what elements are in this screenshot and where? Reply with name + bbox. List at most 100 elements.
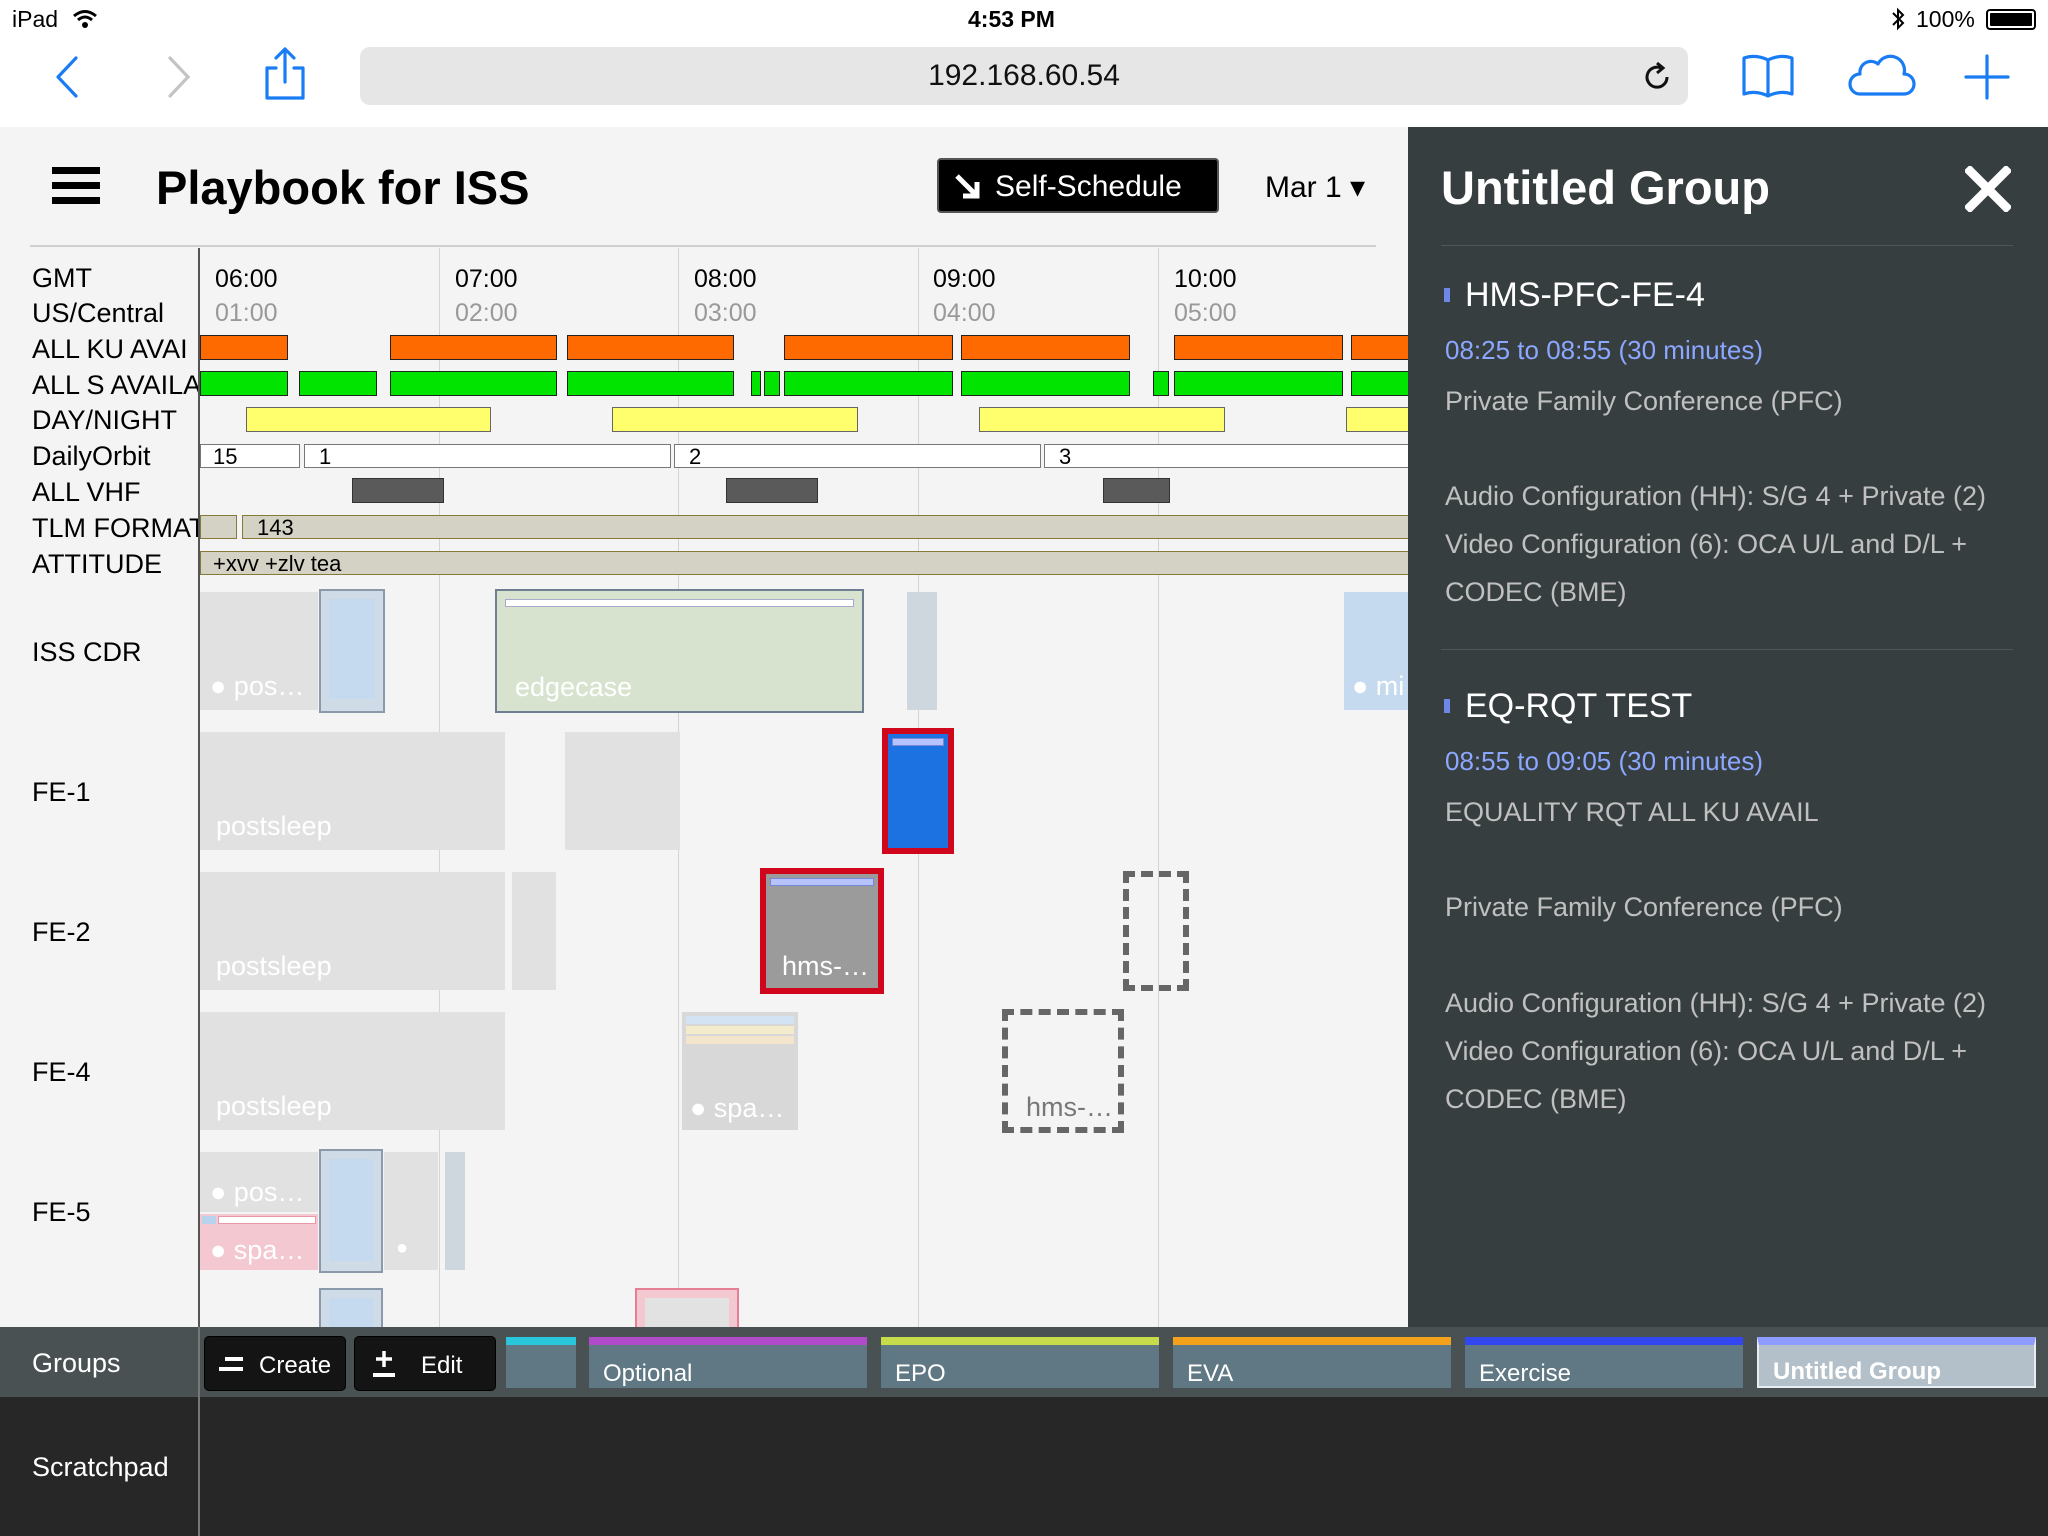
ku-avail-bar[interactable] (1351, 335, 1408, 360)
group-tab-eva[interactable]: EVA (1173, 1337, 1451, 1388)
activity-label: edgecase (515, 672, 633, 702)
tlm-format-bar[interactable]: 143 (242, 515, 1408, 540)
s-avail-bar[interactable] (1174, 371, 1343, 396)
central-tick: 05:00 (1174, 299, 1237, 327)
item-marker (1444, 288, 1450, 302)
activity-label: postsleep (216, 1091, 332, 1121)
ku-avail-bar[interactable] (784, 335, 953, 360)
hamburger-menu-icon[interactable] (52, 167, 100, 205)
daynight-bar[interactable] (979, 407, 1225, 432)
orbit-segment[interactable]: 15 (200, 444, 300, 469)
orbit-segment[interactable]: 3 (1044, 444, 1408, 469)
ghost-activity-outline[interactable] (1123, 871, 1189, 991)
activity-block-postsleep[interactable]: postsleep (200, 732, 505, 850)
share-icon[interactable] (262, 46, 308, 102)
item-detail: Video Configuration (6): OCA U/L and D/L… (1445, 529, 1968, 559)
ghost-activity-outline-hms[interactable]: hms-… (1002, 1009, 1124, 1133)
scratchpad-area[interactable] (0, 1397, 2048, 1536)
timeline-grid[interactable]: 06:00 07:00 08:00 09:00 10:00 01:00 02:0… (198, 248, 1408, 1327)
attitude-bar[interactable]: +xvv +zlv tea (200, 551, 1408, 576)
activity-block[interactable]: ● spa… (200, 1214, 318, 1270)
vhf-bar[interactable] (1103, 478, 1170, 503)
group-tab-optional[interactable]: Optional (589, 1337, 867, 1388)
daynight-bar[interactable] (1346, 407, 1408, 432)
central-tick: 01:00 (215, 299, 278, 327)
create-label: Create (259, 1352, 332, 1379)
activity-block[interactable]: ● mi (1344, 592, 1408, 710)
group-tab[interactable] (506, 1337, 576, 1388)
vhf-bar[interactable] (352, 478, 444, 503)
activity-block[interactable] (319, 1149, 383, 1273)
item-detail: Audio Configuration (HH): S/G 4 + Privat… (1445, 481, 1986, 511)
item-detail: Private Family Conference (PFC) (1445, 892, 1843, 922)
s-avail-bar[interactable] (764, 371, 780, 396)
row-label-fe-2: FE-2 (32, 917, 91, 947)
s-avail-bar[interactable] (751, 371, 761, 396)
date-selector[interactable]: Mar 1 ▾ (1265, 170, 1365, 205)
item-detail: CODEC (BME) (1445, 1084, 1627, 1114)
ku-avail-bar[interactable] (961, 335, 1130, 360)
new-tab-icon[interactable] (1962, 52, 2012, 102)
daynight-bar[interactable] (612, 407, 858, 432)
tlm-bar[interactable] (200, 515, 237, 539)
activity-block-edgecase[interactable]: edgecase (495, 589, 864, 713)
activity-label: ● pos… (210, 1177, 305, 1207)
orbit-segment[interactable]: 1 (304, 444, 671, 469)
activity-block[interactable] (445, 1152, 465, 1270)
s-avail-bar[interactable] (784, 371, 953, 396)
activity-block[interactable] (319, 589, 385, 713)
selected-activity-block[interactable] (882, 728, 954, 854)
activity-block-postsleep[interactable]: postsleep (200, 872, 505, 990)
activity-block[interactable]: ● (384, 1152, 438, 1270)
forward-arrow-icon[interactable] (164, 54, 194, 100)
ku-avail-bar[interactable] (1174, 335, 1343, 360)
vhf-bar[interactable] (726, 478, 818, 503)
activity-block-postsleep[interactable]: postsleep (200, 1012, 505, 1130)
address-bar[interactable]: 192.168.60.54 (360, 47, 1688, 105)
cloud-tabs-icon[interactable] (1846, 54, 1918, 98)
ku-avail-bar[interactable] (390, 335, 557, 360)
panel-title: Untitled Group (1441, 161, 1770, 214)
activity-block[interactable] (512, 872, 556, 990)
orbit-segment[interactable]: 2 (674, 444, 1041, 469)
clock: 4:53 PM (968, 6, 1055, 32)
reload-icon[interactable] (1640, 60, 1674, 94)
activity-label: ● spa… (690, 1093, 785, 1123)
bookmarks-icon[interactable] (1740, 52, 1796, 100)
daynight-bar[interactable] (246, 407, 491, 432)
self-schedule-button[interactable]: Self-Schedule (937, 158, 1219, 213)
s-avail-bar[interactable] (299, 371, 377, 396)
s-avail-bar[interactable] (390, 371, 557, 396)
s-avail-bar[interactable] (1351, 371, 1408, 396)
s-avail-bar[interactable] (200, 371, 288, 396)
close-x-icon[interactable] (1965, 166, 2011, 212)
activity-block[interactable] (907, 592, 937, 710)
activity-block[interactable]: ● pos… (200, 1152, 318, 1212)
s-avail-bar[interactable] (961, 371, 1130, 396)
central-tick: 03:00 (694, 299, 757, 327)
s-avail-bar[interactable] (567, 371, 734, 396)
activity-block[interactable] (319, 1288, 383, 1327)
activity-block[interactable]: ● pos… (200, 592, 318, 710)
activity-label: hms-… (782, 951, 869, 981)
group-tab-epo[interactable]: EPO (881, 1337, 1159, 1388)
activity-block[interactable] (565, 732, 680, 850)
create-group-button[interactable]: Create (204, 1336, 346, 1391)
row-label-tlm: TLM FORMAT (32, 513, 200, 543)
group-tab-untitled-selected[interactable]: Untitled Group (1757, 1337, 2036, 1388)
gmt-tick: 10:00 (1174, 265, 1237, 293)
arrow-down-right-icon (955, 174, 980, 199)
ku-avail-bar[interactable] (567, 335, 734, 360)
item-time: 08:25 to 08:55 (30 minutes) (1445, 335, 1763, 365)
row-label-vhf: ALL VHF (32, 477, 141, 507)
edit-group-button[interactable]: Edit (354, 1336, 496, 1391)
activity-block[interactable]: ● spa… (682, 1012, 798, 1130)
s-avail-bar[interactable] (1153, 371, 1169, 396)
back-arrow-icon[interactable] (52, 54, 82, 100)
group-tab-label: EPO (895, 1360, 946, 1387)
selected-activity-block-hms[interactable]: hms-… (760, 868, 884, 994)
group-tab-exercise[interactable]: Exercise (1465, 1337, 1743, 1388)
ku-avail-bar[interactable] (200, 335, 288, 360)
self-schedule-label: Self-Schedule (995, 170, 1182, 203)
activity-block[interactable] (635, 1288, 739, 1327)
